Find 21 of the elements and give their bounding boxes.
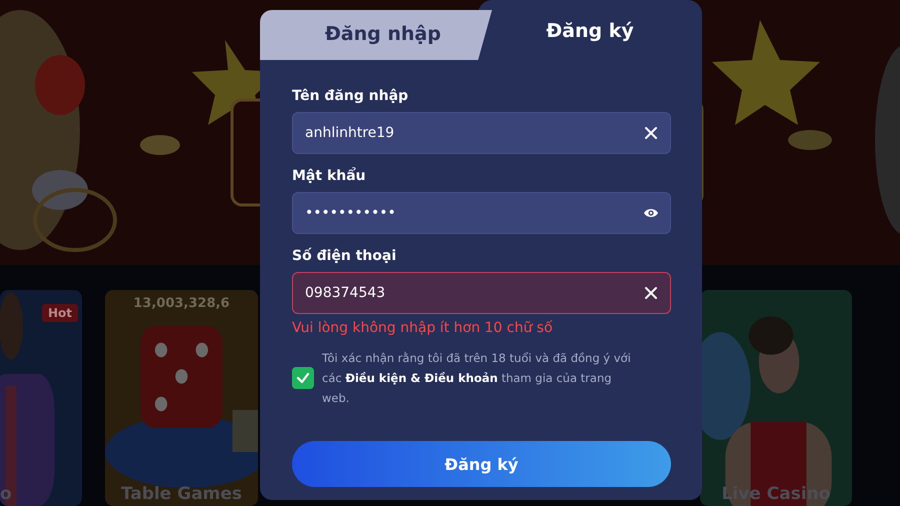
input-field[interactable]: 098374543 [292, 272, 671, 314]
field-label: Tên đăng nhập [292, 88, 410, 104]
field-value: 098374543 [305, 285, 386, 301]
clear-icon[interactable] [644, 126, 658, 140]
tab[interactable]: Đăng ký [478, 0, 702, 60]
agreement-text: Tôi xác nhận rằng tôi đã trên 18 tuổi và đã đồng ý với các Điều kiện & Điều khoản tham gia của trang web. [322, 350, 632, 407]
field-label: Số điện thoại [292, 248, 398, 264]
input-field[interactable]: ••••••••••• [292, 192, 671, 234]
eye-icon[interactable] [644, 206, 658, 220]
field-label: Mật khẩu [292, 168, 367, 184]
register-button[interactable]: Đăng ký [292, 441, 671, 487]
input-field[interactable]: anhlinhtre19 [292, 112, 671, 154]
checkbox[interactable] [292, 367, 314, 389]
error-message: Vui lòng không nhập ít hơn 10 chữ số [292, 320, 554, 336]
jackpot-amount: 13,003,328,6 [132, 296, 231, 311]
field-value: anhlinhtre19 [305, 125, 396, 141]
tab[interactable]: Đăng nhập [260, 10, 492, 60]
field-value: ••••••••••• [305, 205, 397, 221]
hot-badge: Hot [42, 304, 78, 322]
clear-icon[interactable] [644, 286, 658, 300]
checkmark-icon [296, 371, 310, 385]
